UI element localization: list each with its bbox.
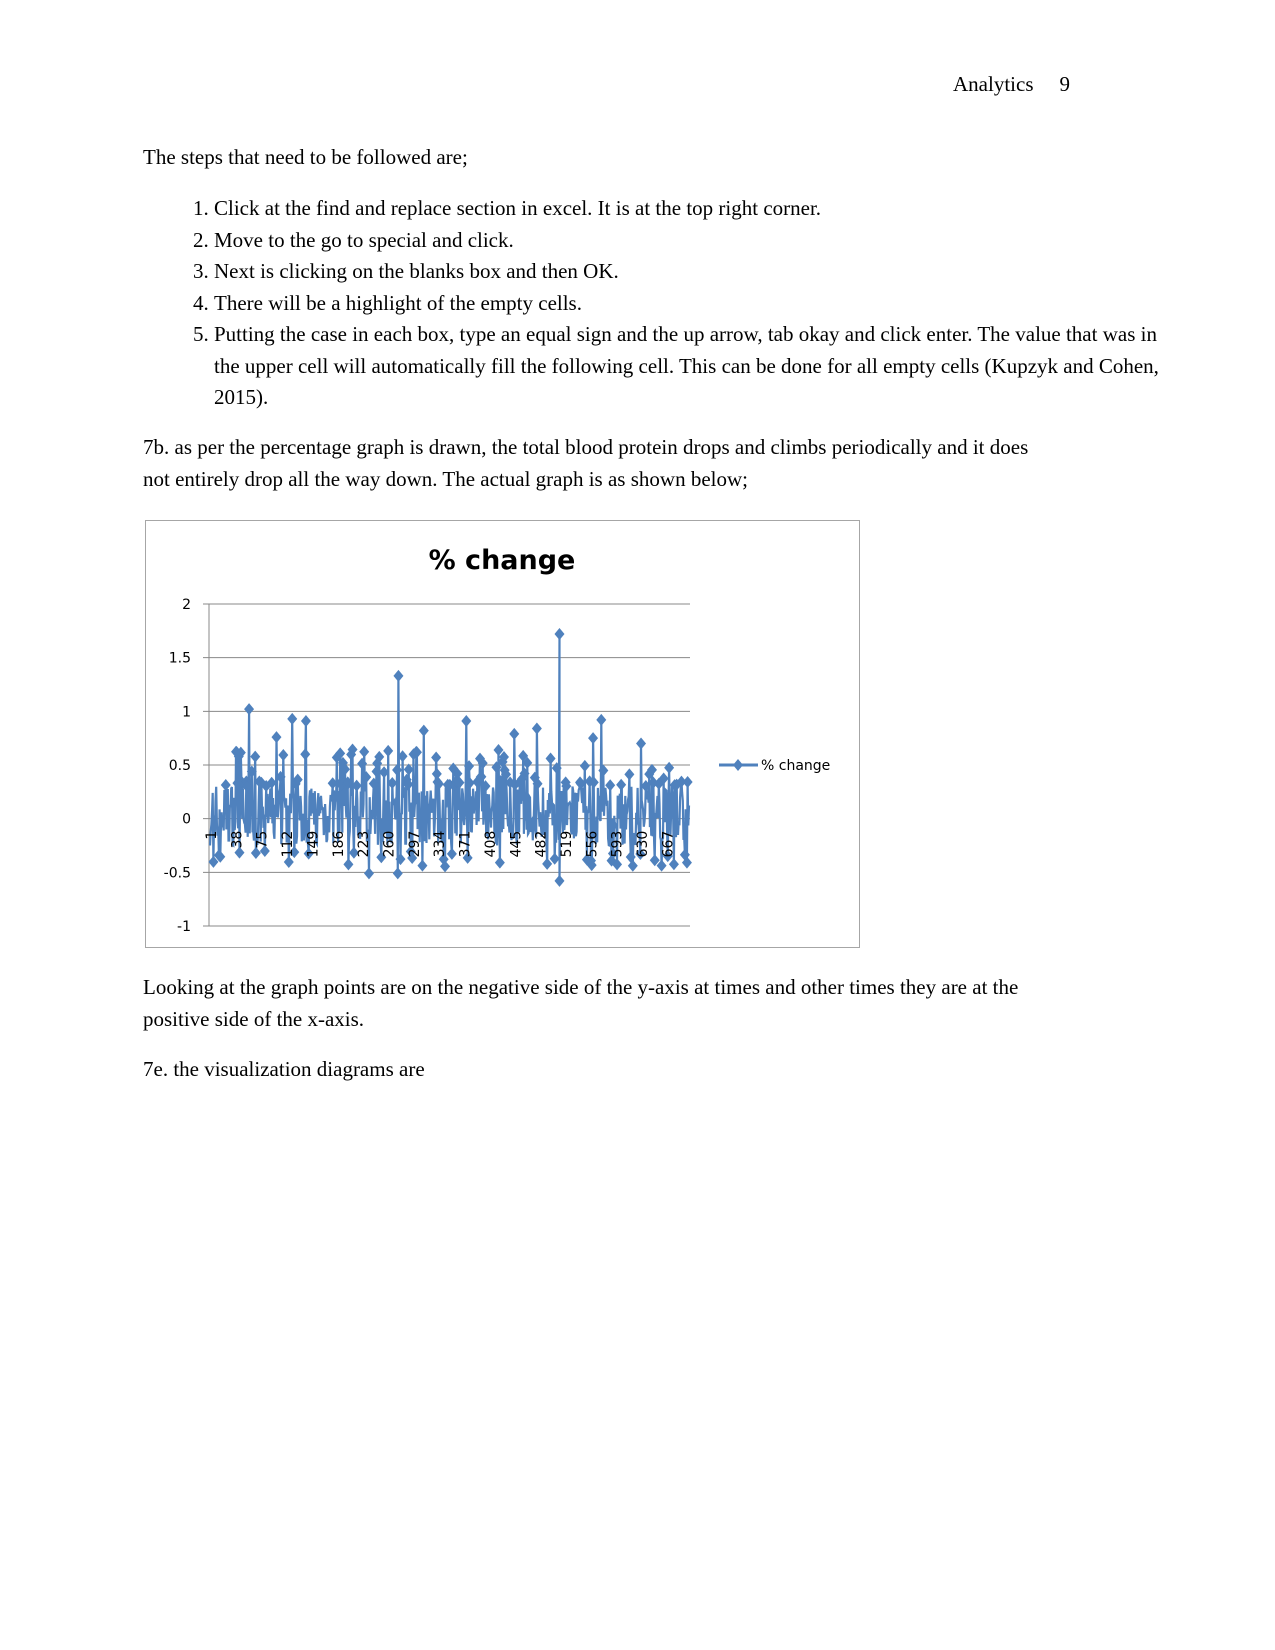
legend-label: % change bbox=[761, 758, 830, 774]
data-point bbox=[392, 764, 403, 777]
data-point bbox=[588, 732, 599, 745]
y-tick-label: 1.5 bbox=[169, 651, 191, 667]
data-point bbox=[383, 744, 394, 757]
data-point bbox=[418, 724, 429, 737]
data-point bbox=[363, 867, 374, 880]
y-tick-label: 1 bbox=[182, 704, 191, 720]
list-item: Click at the find and replace section in… bbox=[214, 193, 1174, 225]
x-tick-label: 223 bbox=[356, 831, 372, 858]
chart-svg: % change 2 1.5 1 0.5 0 -0.5 -1 1 38 75 112 149 186 223… bbox=[164, 545, 831, 935]
y-tick-label: 0 bbox=[182, 812, 191, 828]
legend-diamond-icon bbox=[733, 759, 743, 771]
x-tick-label: 149 bbox=[305, 831, 321, 858]
data-point bbox=[271, 731, 282, 744]
data-point bbox=[393, 669, 404, 682]
paragraph-7b: 7b. as per the percentage graph is drawn… bbox=[143, 435, 1029, 491]
x-tick-label: 482 bbox=[534, 831, 550, 858]
x-tick-label: 445 bbox=[508, 831, 524, 858]
data-point bbox=[250, 750, 261, 763]
paragraph-7e: 7e. the visualization diagrams are bbox=[143, 1057, 425, 1081]
data-point bbox=[220, 778, 231, 791]
data-point bbox=[596, 713, 607, 726]
x-tick-label: 334 bbox=[432, 831, 448, 858]
x-tick-label: 38 bbox=[229, 831, 245, 849]
data-point bbox=[554, 628, 565, 641]
data-point bbox=[682, 776, 693, 789]
data-point bbox=[531, 722, 542, 735]
data-point bbox=[359, 745, 370, 758]
x-tick-label: 112 bbox=[280, 831, 296, 858]
y-tick-label: -1 bbox=[177, 919, 191, 935]
x-tick-label: 593 bbox=[610, 831, 626, 858]
data-point bbox=[668, 858, 679, 871]
x-tick-label: 630 bbox=[635, 831, 651, 858]
data-point bbox=[431, 751, 442, 764]
chart-title: % change bbox=[429, 545, 576, 576]
data-point bbox=[417, 859, 428, 872]
data-point bbox=[357, 757, 368, 770]
data-point bbox=[636, 737, 647, 750]
data-point bbox=[627, 859, 638, 872]
x-tick-label: 371 bbox=[458, 831, 474, 858]
data-point bbox=[300, 748, 311, 761]
x-tick-label: 75 bbox=[255, 831, 271, 849]
data-point bbox=[509, 727, 520, 740]
data-point bbox=[616, 778, 627, 791]
running-header: Analytics 9 bbox=[927, 72, 1070, 97]
data-point bbox=[287, 712, 298, 725]
data-point bbox=[664, 761, 675, 774]
data-point bbox=[494, 856, 505, 869]
data-point bbox=[300, 714, 311, 727]
x-tick-label: 1 bbox=[204, 831, 220, 840]
data-point bbox=[624, 768, 635, 781]
intro-text: The steps that need to be followed are; bbox=[143, 145, 468, 169]
data-point bbox=[278, 748, 289, 761]
running-head: Analytics bbox=[953, 72, 1034, 96]
data-point bbox=[392, 867, 403, 880]
list-item: Move to the go to special and click. bbox=[214, 225, 1174, 257]
list-item: Next is clicking on the blanks box and t… bbox=[214, 256, 1174, 288]
data-point bbox=[579, 759, 590, 772]
y-tick-label: 2 bbox=[182, 597, 191, 613]
data-point bbox=[461, 714, 472, 727]
steps-list: Click at the find and replace section in… bbox=[143, 193, 1174, 414]
list-item: There will be a highlight of the empty c… bbox=[214, 288, 1174, 320]
x-tick-label: 519 bbox=[559, 831, 575, 858]
page-number: 9 bbox=[1059, 72, 1071, 96]
y-tick-label: -0.5 bbox=[164, 865, 191, 881]
data-point bbox=[545, 752, 556, 765]
paragraph-after-chart: Looking at the graph points are on the n… bbox=[143, 975, 1019, 1031]
list-item: Putting the case in each box, type an eq… bbox=[214, 319, 1174, 414]
x-tick-label: 408 bbox=[483, 831, 499, 858]
x-tick-label: 297 bbox=[407, 831, 423, 858]
data-point bbox=[244, 703, 255, 716]
x-tick-label: 260 bbox=[381, 831, 397, 858]
y-tick-label: 0.5 bbox=[169, 758, 191, 774]
data-point bbox=[554, 874, 565, 887]
data-point bbox=[605, 779, 616, 792]
x-tick-label: 186 bbox=[331, 831, 347, 858]
x-tick-label: 556 bbox=[584, 831, 600, 858]
data-point bbox=[343, 858, 354, 871]
percent-change-chart: % change 2 1.5 1 0.5 0 -0.5 -1 1 38 75 112 149 186 223… bbox=[145, 520, 860, 948]
x-tick-label: 667 bbox=[660, 831, 676, 858]
data-point bbox=[446, 847, 457, 860]
